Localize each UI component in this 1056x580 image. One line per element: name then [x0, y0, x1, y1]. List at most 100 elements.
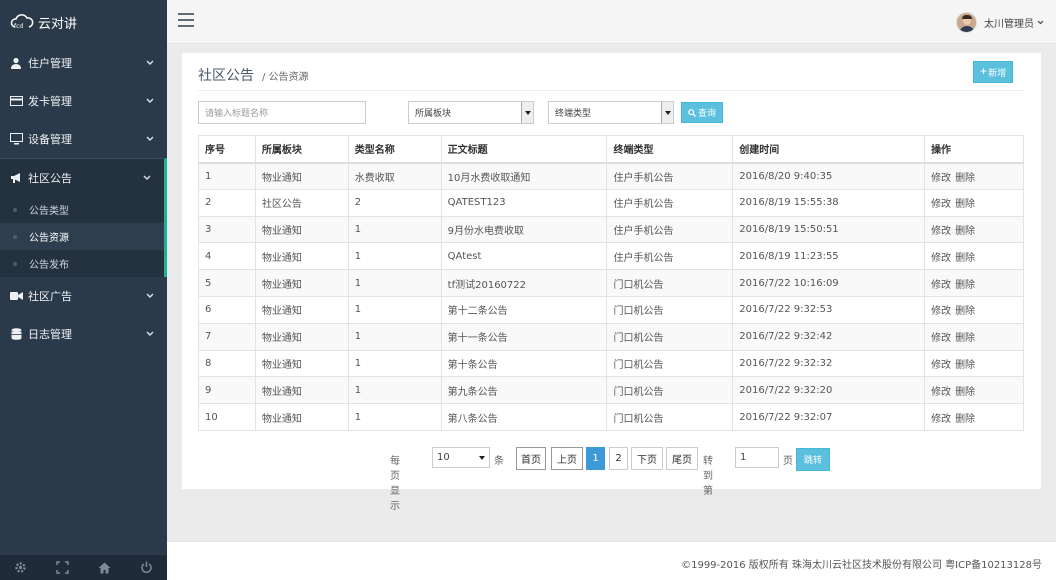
edit-link[interactable]: 修改 [931, 333, 951, 344]
sidebar-item-ads[interactable]: 社区广告 [0, 277, 167, 315]
power-icon[interactable] [139, 561, 153, 575]
table-cell: 2016/7/22 9:32:53 [732, 295, 926, 324]
delete-link[interactable]: 删除 [955, 280, 975, 291]
sidebar-item-cards[interactable]: 发卡管理 [0, 82, 167, 120]
table-cell: QATEST123 [440, 188, 608, 217]
edit-link[interactable]: 修改 [931, 306, 951, 317]
delete-link[interactable]: 删除 [955, 333, 975, 344]
table-row: 2 社区公告 2 QATEST123 住户手机公告 2016/8/19 15:55:38 修… [198, 188, 1024, 217]
table-cell: 物业通知 [254, 162, 349, 190]
table-cell: 4 [198, 242, 256, 271]
table-cell: 1 [347, 215, 442, 244]
table-cell: 物业通知 [254, 269, 349, 297]
add-button[interactable]: + 新增 [973, 61, 1013, 83]
prev-page-button[interactable]: 上页 [551, 447, 583, 470]
table-row: 10 物业通知 1 第八条公告 门口机公告 2016/7/22 9:32:07 修改 删除 [198, 403, 1024, 431]
home-icon[interactable] [97, 561, 111, 575]
page-button-1[interactable]: 1 [586, 447, 605, 470]
table-cell: 9月份水电费收取 [440, 215, 608, 244]
table-cell: 2 [347, 188, 442, 217]
per-page-select[interactable]: 10 [432, 447, 490, 468]
jump-button[interactable]: 跳转 [796, 448, 830, 471]
breadcrumb: 社区公告 / 公告资源 [198, 65, 309, 85]
goto-page-input[interactable]: 1 [735, 447, 779, 468]
board-select[interactable]: 所属板块 [408, 101, 534, 124]
user-menu[interactable]: 太川管理员 [956, 12, 1044, 33]
menu-toggle-icon[interactable] [178, 13, 194, 27]
column-header[interactable]: 创建时间 [732, 135, 926, 164]
sidebar-item-label: 日志管理 [28, 328, 72, 341]
next-page-button[interactable]: 下页 [631, 447, 663, 470]
table-cell: 1 [347, 269, 442, 297]
delete-link[interactable]: 删除 [955, 387, 975, 398]
goto-label: 转到第 [703, 456, 713, 497]
first-page-button[interactable]: 首页 [516, 447, 546, 470]
column-header[interactable]: 所属板块 [254, 135, 349, 164]
table-row: 7 物业通知 1 第十一条公告 门口机公告 2016/7/22 9:32:42 修改 删除 [198, 322, 1024, 351]
logo[interactable]: fcd 云对讲 [0, 0, 167, 44]
table-cell: 10 [198, 403, 256, 431]
last-page-button[interactable]: 尾页 [666, 447, 698, 470]
table-cell: 1 [198, 162, 256, 190]
caret-down-icon [661, 102, 673, 123]
fullscreen-icon[interactable] [56, 561, 70, 575]
sidebar-item-logs[interactable]: 日志管理 [0, 315, 167, 353]
breadcrumb-current: / 公告资源 [262, 72, 309, 83]
table-cell: 1 [347, 349, 442, 378]
column-header: 操作 [924, 135, 1024, 164]
table-cell: 门口机公告 [606, 376, 734, 405]
sidebar-item-label: 设备管理 [28, 133, 72, 146]
edit-link[interactable]: 修改 [931, 173, 951, 184]
edit-link[interactable]: 修改 [931, 226, 951, 237]
table-cell: 第十条公告 [440, 349, 608, 378]
table-cell: 2016/8/19 15:55:38 [732, 188, 926, 217]
edit-link[interactable]: 修改 [931, 387, 951, 398]
column-header[interactable]: 正文标题 [440, 135, 608, 164]
delete-link[interactable]: 删除 [955, 226, 975, 237]
edit-link[interactable]: 修改 [931, 280, 951, 291]
page-title: 社区公告 [198, 68, 254, 84]
chevron-down-icon [142, 173, 152, 183]
row-actions: 修改 删除 [924, 403, 1024, 431]
divider [198, 90, 1025, 91]
delete-link[interactable]: 删除 [955, 199, 975, 210]
row-actions: 修改 删除 [924, 295, 1024, 324]
goto-unit: 页 [783, 456, 793, 467]
sub-item-types[interactable]: 公告类型 [0, 196, 164, 223]
delete-link[interactable]: 删除 [955, 306, 975, 317]
user-name: 太川管理员 [984, 19, 1034, 30]
title-search-input[interactable]: 请输入标题名称 [198, 101, 366, 124]
delete-link[interactable]: 删除 [955, 253, 975, 264]
table-row: 1 物业通知 水费收取 10月水费收取通知 住户手机公告 2016/8/20 9:40:3… [198, 162, 1024, 190]
table-cell: 第八条公告 [440, 403, 608, 431]
sidebar-item-label: 发卡管理 [28, 95, 72, 108]
sub-item-resources[interactable]: 公告资源 [0, 223, 164, 250]
edit-link[interactable]: 修改 [931, 414, 951, 425]
delete-link[interactable]: 删除 [955, 360, 975, 371]
table-cell: 门口机公告 [606, 295, 734, 324]
table-cell: 社区公告 [254, 188, 349, 217]
delete-link[interactable]: 删除 [955, 173, 975, 184]
terminal-select-value: 终端类型 [555, 109, 592, 119]
column-header[interactable]: 序号 [198, 135, 256, 164]
sidebar-footer [0, 555, 167, 580]
delete-link[interactable]: 删除 [955, 414, 975, 425]
sub-item-publish[interactable]: 公告发布 [0, 250, 164, 277]
search-button[interactable]: 查询 [681, 102, 723, 123]
table-cell: 物业通知 [254, 242, 349, 271]
table-row: 3 物业通知 1 9月份水电费收取 住户手机公告 2016/8/19 15:50:51 修改… [198, 215, 1024, 244]
terminal-select[interactable]: 终端类型 [548, 101, 674, 124]
page-button-2[interactable]: 2 [609, 447, 628, 470]
edit-link[interactable]: 修改 [931, 253, 951, 264]
table-cell: 门口机公告 [606, 403, 734, 431]
sidebar-item-label: 社区公告 [28, 171, 72, 185]
edit-link[interactable]: 修改 [931, 199, 951, 210]
sidebar-item-announcements[interactable]: 社区公告 [0, 158, 167, 196]
gear-icon[interactable] [14, 561, 28, 575]
edit-link[interactable]: 修改 [931, 360, 951, 371]
column-header[interactable]: 终端类型 [606, 135, 734, 164]
sidebar-item-devices[interactable]: 设备管理 [0, 120, 167, 158]
sidebar-item-residents[interactable]: 住户管理 [0, 44, 167, 82]
table-cell: 住户手机公告 [606, 188, 734, 217]
column-header[interactable]: 类型名称 [347, 135, 442, 164]
